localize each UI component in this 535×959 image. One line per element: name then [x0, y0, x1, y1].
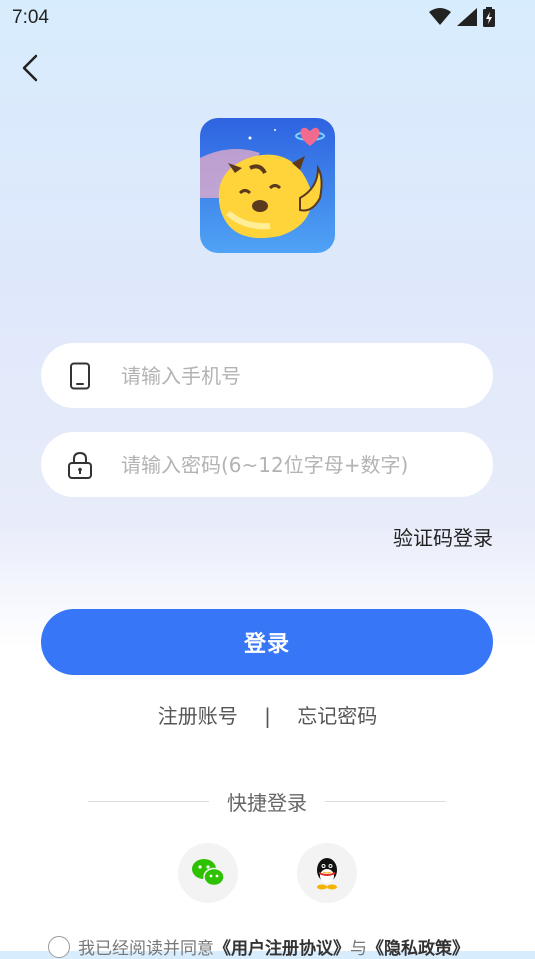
signal-icon — [457, 8, 477, 26]
agreement-checkbox[interactable] — [48, 935, 70, 958]
qq-login-button[interactable] — [297, 843, 357, 903]
phone-icon — [67, 361, 93, 391]
lock-icon — [67, 450, 93, 480]
register-link[interactable]: 注册账号 — [158, 704, 238, 728]
user-agreement-link[interactable]: 《用户注册协议》 — [214, 934, 350, 959]
sms-login-link[interactable]: 验证码登录 — [393, 522, 493, 551]
login-button[interactable]: 登录 — [41, 609, 493, 675]
wechat-icon — [192, 859, 225, 887]
app-logo — [200, 118, 335, 253]
status-icons — [429, 7, 495, 27]
links-separator: | — [264, 704, 271, 728]
quick-login-title: 快捷登录 — [227, 791, 307, 815]
divider-line-right — [325, 801, 446, 802]
wechat-login-button[interactable] — [178, 843, 238, 903]
status-bar: 7:04 — [0, 0, 535, 36]
agreement-prefix: 我已经阅读并同意 — [78, 939, 214, 959]
phone-input[interactable] — [119, 362, 483, 389]
status-time: 7:04 — [12, 7, 49, 28]
divider-line-left — [88, 801, 209, 802]
back-arrow-icon — [22, 54, 38, 82]
account-links: 注册账号 | 忘记密码 — [0, 700, 535, 729]
password-field[interactable] — [41, 432, 493, 497]
back-button[interactable] — [16, 52, 48, 84]
quick-login-divider: 快捷登录 — [88, 787, 446, 816]
privacy-policy-link[interactable]: 《隐私政策》 — [367, 934, 469, 959]
forgot-password-link[interactable]: 忘记密码 — [297, 704, 377, 728]
qq-icon — [317, 858, 337, 890]
battery-icon — [483, 7, 495, 27]
agreement-and: 与 — [350, 939, 367, 959]
password-input[interactable] — [119, 451, 483, 478]
phone-field[interactable] — [41, 343, 493, 408]
agreement-row: 我已经阅读并同意 《用户注册协议》 与 《隐私政策》 — [48, 934, 469, 959]
wifi-icon — [429, 8, 451, 25]
